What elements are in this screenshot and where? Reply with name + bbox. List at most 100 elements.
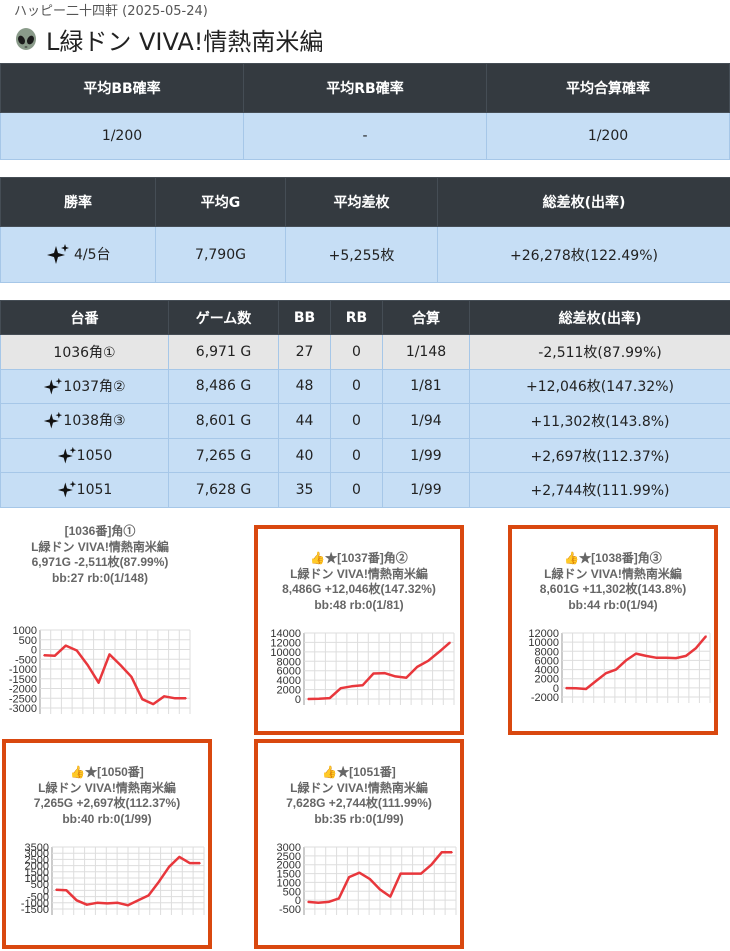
data-point [130,676,133,678]
avg-rb-value: - [243,112,487,160]
bb-cell: 35 [278,472,331,508]
games-cell: 7,265 G [168,437,279,474]
machine-row: 1037角② 8,486 G 48 0 1/81 +12,046枚(147.32%) [0,368,730,405]
sparkles-icon [44,377,63,395]
line-chart: 10005000-500-1000-1500-2000-2500-3000 [9,625,191,715]
data-point [379,888,381,891]
data-point [97,681,100,684]
machine-table: 台番 ゲーム数 BB RB 合算 総差枚(出率) 1036角① 6,971 G 27… [0,300,730,508]
machine-row: 1036角① 6,971 G 27 0 1/148 -2,511枚(87.99%) [0,334,730,370]
data-point [108,653,111,656]
data-point [96,902,98,904]
data-point [605,672,607,675]
win-rate-header: 勝率 [0,177,156,227]
line-chart: 300025002000150010005000-500 [277,842,457,916]
machine-number: 1038角③ [63,413,126,430]
data-point [585,688,587,690]
line-chart: 14000120001000080006000400020000 [270,628,455,706]
avg-diff-header: 平均差枚 [285,177,438,227]
avg-games-header: 平均G [155,177,286,227]
total-rate-cell: 1/99 [382,472,470,508]
data-point [449,641,451,644]
data-point [75,649,78,652]
data-point [665,656,667,659]
games-cell: 8,486 G [168,368,279,405]
total-rate-cell: 1/94 [382,403,470,439]
y-tick-label: -3000 [9,703,37,715]
data-point [178,856,181,858]
machine-title: L緑ドン VIVA!情熱南米編 [46,28,324,56]
data-point [65,644,67,647]
avg-total-header: 平均合算確率 [486,63,730,113]
data-point [317,902,320,904]
rb-cell: 0 [330,437,383,474]
machine-chart: 👍★[1038番]角③ L緑ドン VIVA!情熱南米編 8,601G +11,302… [508,525,718,735]
data-point [372,672,375,675]
data-point [420,872,422,875]
data-point [168,866,170,868]
data-point [705,635,707,637]
sparkles-icon [57,481,76,498]
sparkles-icon [44,412,63,429]
data-point [329,697,331,699]
avg-rb-header: 平均RB確率 [243,63,487,113]
avg-bb-value: 1/200 [0,112,244,160]
rb-header: RB [330,300,383,335]
games-cell: 6,971 G [168,334,279,370]
machine-chart: 👍★[1050番] L緑ドン VIVA!情熱南米編 7,265G +2,697枚(1… [2,739,212,949]
data-point [350,685,353,688]
avg-total-value: 1/200 [486,112,730,160]
data-point [427,660,429,662]
data-point [358,871,361,874]
rb-cell: 0 [330,403,383,439]
line-chart: 120001000080006000400020000-2000 [528,628,711,704]
store-date-line: ハッピー二十四軒 (2025-05-24) [14,4,208,19]
machine-number-cell: 1038角③ [0,403,169,439]
sparkles-icon [57,446,76,464]
data-point [318,697,320,700]
data-point [430,863,433,866]
data-point [116,902,119,904]
rb-cell: 0 [330,334,383,370]
bb-cell: 44 [278,403,331,439]
data-point [383,672,386,674]
machine-diff-cell: +2,744枚(111.99%) [469,472,730,508]
data-point [188,862,191,864]
machine-diff-cell: -2,511枚(87.99%) [469,334,730,370]
alien-icon [16,27,36,50]
data-point [174,697,176,700]
total-rate-header: 合算 [382,300,470,335]
bb-cell: 27 [278,334,331,370]
data-point [389,895,392,898]
machine-diff-cell: +12,046枚(147.32%) [469,368,730,405]
data-point [348,876,350,878]
machine-number: 1037角② [63,378,126,395]
machine-number-cell: 1036角① [0,334,169,370]
machine-chart: 👍★[1051番] L緑ドン VIVA!情熱南米編 7,628G +2,744枚(1… [254,739,464,949]
data-point [185,697,187,700]
machine-number: 1036角① [53,344,116,361]
data-point [575,687,577,690]
data-point [595,680,597,682]
data-point [635,652,637,655]
y-tick-label: -500 [279,904,301,916]
bb-cell: 40 [278,437,331,474]
summary-stats-table: 勝率 平均G 平均差枚 総差枚(出率) 4/5台 7,790G +5,255枚 … [0,177,730,283]
machine-diff-header: 総差枚(出率) [469,300,730,335]
machine-number-header: 台番 [0,300,169,335]
machine-number-cell: 1050 [0,437,169,474]
sparkles-icon [46,243,69,264]
data-point [399,872,402,875]
avg-games-value: 7,790G [155,226,286,283]
total-diff-header: 総差枚(出率) [437,177,730,227]
data-point [438,651,440,653]
data-point [75,899,78,902]
total-rate-cell: 1/99 [382,437,470,474]
data-point [147,894,150,897]
data-point [307,901,309,903]
data-point [106,902,109,905]
machine-number: 1051 [76,482,113,499]
y-tick-label: -2000 [531,692,559,704]
machine-row: 1051 7,628 G 35 0 1/99 +2,744枚(111.99%) [0,472,730,508]
data-point [675,657,677,659]
